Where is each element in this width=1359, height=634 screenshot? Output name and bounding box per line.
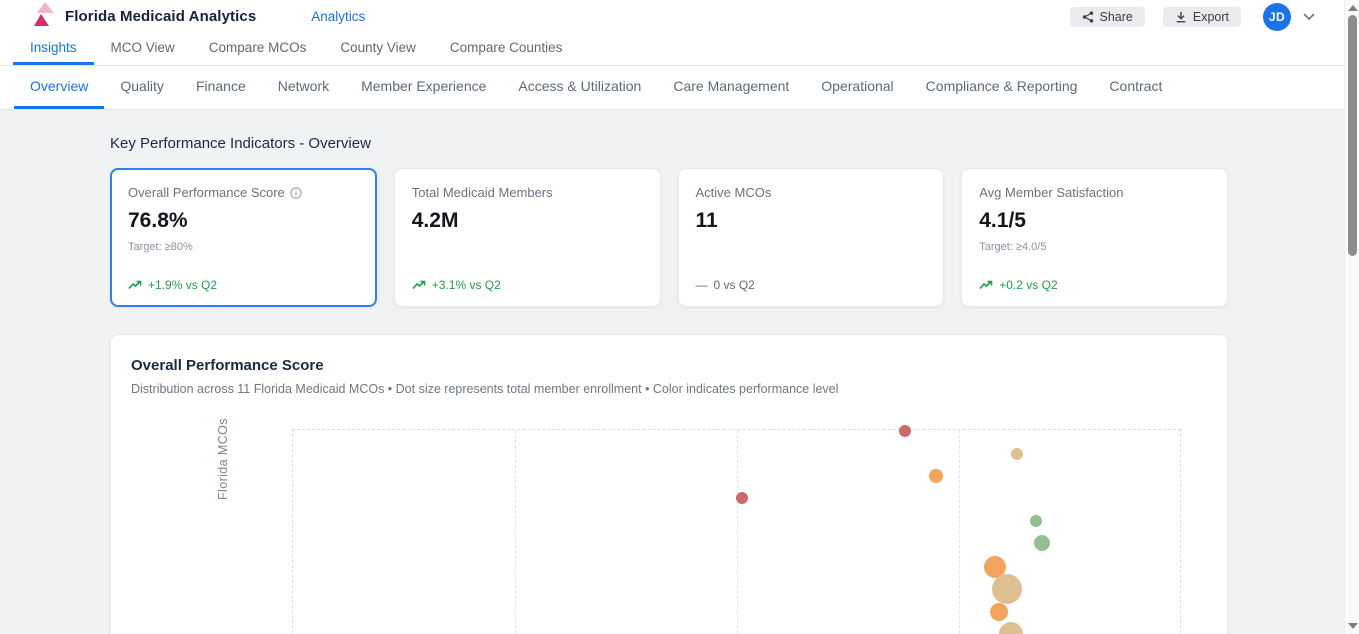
vertical-gridline: [737, 430, 738, 634]
download-icon: [1176, 11, 1186, 22]
mco-data-point[interactable]: [1030, 515, 1042, 527]
tab-quality[interactable]: Quality: [104, 66, 180, 109]
vertical-gridline: [959, 430, 960, 634]
tab-overview[interactable]: Overview: [14, 66, 105, 109]
mco-data-point[interactable]: [929, 469, 943, 483]
mco-data-point[interactable]: [992, 574, 1022, 604]
scrollbar-thumb[interactable]: [1348, 15, 1357, 256]
tab-member-experience[interactable]: Member Experience: [345, 66, 502, 109]
kpi-section-heading: Key Performance Indicators - Overview: [110, 135, 371, 152]
info-icon[interactable]: [290, 186, 302, 199]
mco-data-point[interactable]: [990, 603, 1008, 621]
tab-operational[interactable]: Operational: [805, 66, 909, 109]
share-button-label: Share: [1099, 9, 1133, 24]
chart-subtitle: Distribution across 11 Florida Medicaid …: [131, 382, 839, 396]
kpi-delta: — +0.2 vs Q2: [979, 278, 1210, 292]
export-button[interactable]: Export: [1162, 6, 1241, 27]
tab-compare-mcos[interactable]: Compare MCOs: [192, 33, 324, 65]
kpi-delta: — +1.9% vs Q2: [128, 278, 359, 292]
kpi-target: Target: ≥4.0/5: [979, 241, 1047, 253]
vertical-scrollbar[interactable]: [1344, 0, 1359, 634]
trend-up-icon: [128, 280, 142, 290]
kpi-target: [412, 241, 643, 254]
chevron-down-icon[interactable]: [1303, 13, 1315, 21]
kpi-card-row: Overall Performance Score 76.8% Target: …: [110, 168, 1228, 307]
mco-data-point[interactable]: [1034, 535, 1050, 551]
kpi-delta: — +3.1% vs Q2: [412, 278, 643, 292]
kpi-label: Overall Performance Score: [128, 185, 359, 200]
mco-data-point[interactable]: [1011, 448, 1023, 460]
secondary-tab-bar: Overview Quality Finance Network Member Expe…: [0, 66, 1359, 110]
main-content: Key Performance Indicators - Overview Ov…: [110, 135, 1228, 634]
mco-data-point[interactable]: [999, 622, 1023, 634]
primary-tab-bar: Insights MCO View Compare MCOs County View C…: [0, 33, 1359, 66]
kpi-value: 4.1/5: [979, 209, 1026, 232]
app-title: Florida Medicaid Analytics: [65, 8, 257, 25]
kpi-value: 4.2M: [411, 209, 459, 232]
tab-network[interactable]: Network: [262, 66, 345, 109]
user-avatar[interactable]: JD: [1263, 2, 1291, 31]
tab-compare-counties[interactable]: Compare Counties: [433, 33, 580, 65]
kpi-card-overall-performance[interactable]: Overall Performance Score 76.8% Target: …: [110, 168, 377, 307]
kpi-delta: — 0 vs Q2: [695, 278, 755, 292]
share-button[interactable]: Share: [1069, 6, 1145, 27]
kpi-label: Avg Member Satisfaction: [979, 185, 1124, 200]
flat-dash-icon: —: [695, 278, 708, 292]
breadcrumb-analytics[interactable]: Analytics: [311, 9, 365, 24]
performance-chart-card: Overall Performance Score Distribution a…: [110, 334, 1228, 634]
tab-care-management[interactable]: Care Management: [657, 66, 805, 109]
scroll-down-arrow-icon[interactable]: [1348, 623, 1358, 629]
tab-contract[interactable]: Contract: [1093, 66, 1178, 109]
kpi-label: Total Medicaid Members: [411, 185, 553, 200]
tab-compliance-reporting[interactable]: Compliance & Reporting: [910, 66, 1094, 109]
trend-up-icon: [412, 280, 426, 290]
tab-county-view[interactable]: County View: [323, 33, 433, 65]
kpi-card-member-satisfaction[interactable]: Avg Member Satisfaction 4.1/5 Target: ≥4…: [961, 168, 1228, 307]
mco-data-point[interactable]: [736, 492, 748, 504]
kpi-target: [696, 241, 927, 254]
tab-finance[interactable]: Finance: [180, 66, 262, 109]
trend-up-icon: [979, 280, 993, 290]
tab-access-utilization[interactable]: Access & Utilization: [502, 66, 657, 109]
share-icon: [1082, 10, 1093, 23]
kpi-value: 76.8%: [128, 209, 188, 232]
bubble-plot-area: [292, 425, 1181, 634]
mco-data-point[interactable]: [899, 425, 911, 437]
app-logo-icon: [34, 2, 54, 26]
tab-mco-view[interactable]: MCO View: [94, 33, 192, 65]
kpi-card-total-members[interactable]: Total Medicaid Members 4.2M — +3.1% vs Q…: [393, 168, 661, 307]
export-button-label: Export: [1192, 9, 1229, 24]
tab-insights[interactable]: Insights: [13, 33, 94, 65]
kpi-target: Target: ≥80%: [128, 241, 193, 253]
y-axis-label: Florida MCOs: [216, 418, 230, 500]
kpi-card-active-mcos[interactable]: Active MCOs 11 — 0 vs Q2: [677, 168, 945, 307]
kpi-label: Active MCOs: [695, 185, 772, 200]
chart-title: Overall Performance Score: [131, 357, 324, 374]
vertical-gridline: [515, 430, 516, 634]
top-bar: Florida Medicaid Analytics Analytics Sha…: [0, 0, 1359, 33]
scroll-up-arrow-icon[interactable]: [1348, 5, 1358, 11]
kpi-value: 11: [695, 209, 718, 232]
